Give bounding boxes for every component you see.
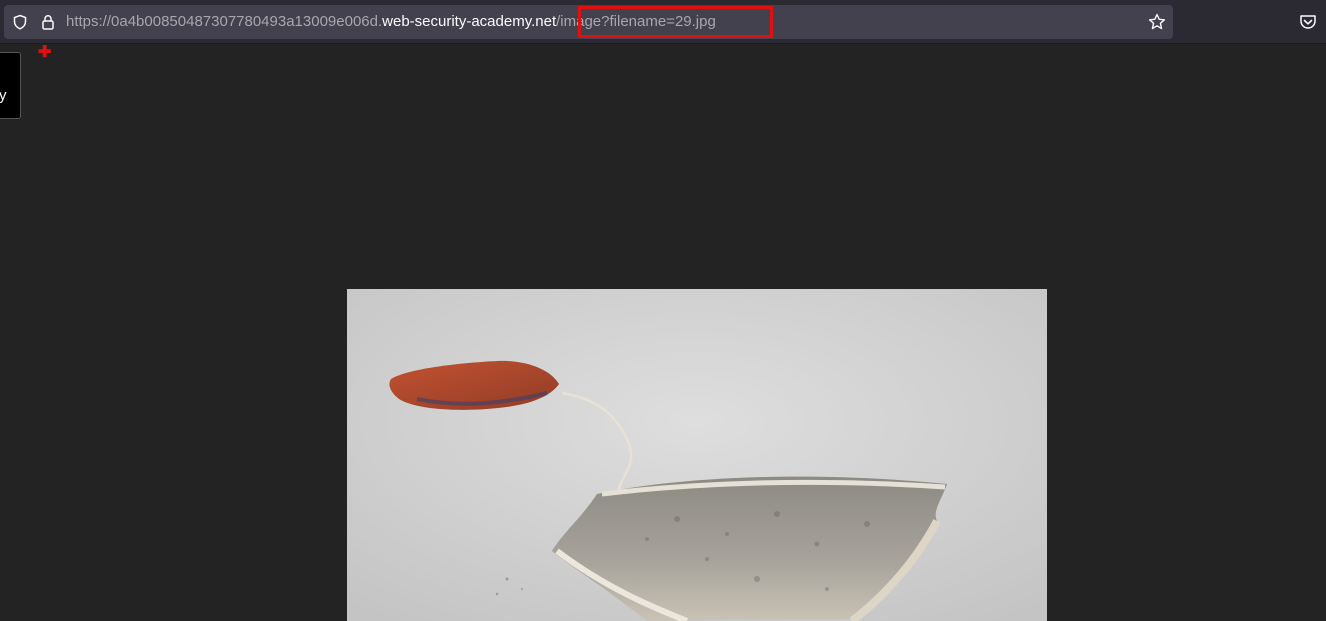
side-tab-label: y	[0, 87, 7, 104]
url-path-highlight-box	[578, 6, 773, 38]
red-cross-icon: ✚	[38, 44, 52, 61]
url-prefix: https://0a4b00850487307780493a13009e006d…	[66, 13, 383, 30]
star-icon[interactable]	[1148, 13, 1166, 31]
shield-icon[interactable]	[12, 14, 28, 30]
browser-toolbar: https://0a4b00850487307780493a13009e006d…	[0, 0, 1326, 44]
browser-window: https://0a4b00850487307780493a13009e006d…	[0, 0, 1326, 621]
side-tab[interactable]: y	[0, 52, 21, 119]
product-image	[347, 289, 1047, 621]
address-bar[interactable]: https://0a4b00850487307780493a13009e006d…	[4, 5, 1173, 39]
url-host: web-security-academy.net	[382, 13, 557, 30]
tea-bag-photo	[347, 289, 1047, 621]
lock-icon[interactable]	[40, 14, 56, 30]
pocket-icon[interactable]	[1299, 13, 1317, 31]
